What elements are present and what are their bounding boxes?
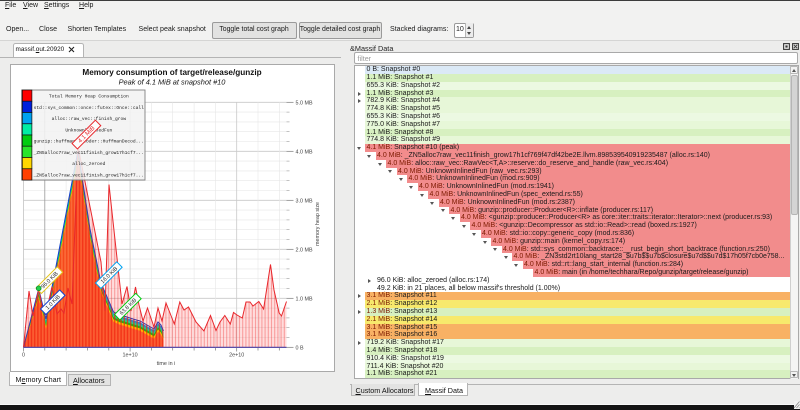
svg-text:_ZN5alloc7raw_vec11finish_grow: _ZN5alloc7raw_vec11finish_grow17h1cf7... <box>33 172 144 178</box>
svg-text:std::sys_common::once::futex::: std::sys_common::once::futex::Once::call <box>34 105 145 111</box>
svg-text:memory heap size: memory heap size <box>315 202 321 246</box>
svg-text:gunzip::huffman_decoder::Huffm: gunzip::huffman_decoder::HuffmanDecod... <box>34 139 144 145</box>
svg-text:1.0 MB: 1.0 MB <box>296 296 313 302</box>
svg-text:0: 0 <box>22 353 25 359</box>
svg-text:alloc::raw_vec::finish_grow: alloc::raw_vec::finish_grow <box>52 116 127 122</box>
svg-text:5.0 MB: 5.0 MB <box>296 100 313 106</box>
svg-text:0 B: 0 B <box>296 345 304 351</box>
svg-text:Total Memory Heap Consumption: Total Memory Heap Consumption <box>49 94 129 100</box>
svg-text:2.0 MB: 2.0 MB <box>296 247 313 253</box>
svg-text:4.0 MB: 4.0 MB <box>296 149 313 155</box>
svg-text:3.0 MB: 3.0 MB <box>296 198 313 204</box>
svg-text:Peak of 4.1 MiB at snapshot #1: Peak of 4.1 MiB at snapshot #10 <box>119 78 227 87</box>
svg-text:time in i: time in i <box>157 361 176 367</box>
svg-text:Memory consumption of target/r: Memory consumption of target/release/gun… <box>82 68 261 77</box>
svg-text:alloc_zeroed: alloc_zeroed <box>72 161 105 167</box>
svg-text:2e+10: 2e+10 <box>229 353 244 359</box>
svg-text:_ZN5alloc7raw_vec11finish_grow: _ZN5alloc7raw_vec11finish_grow17h1cf7... <box>33 150 144 156</box>
svg-text:1e+10: 1e+10 <box>123 353 138 359</box>
